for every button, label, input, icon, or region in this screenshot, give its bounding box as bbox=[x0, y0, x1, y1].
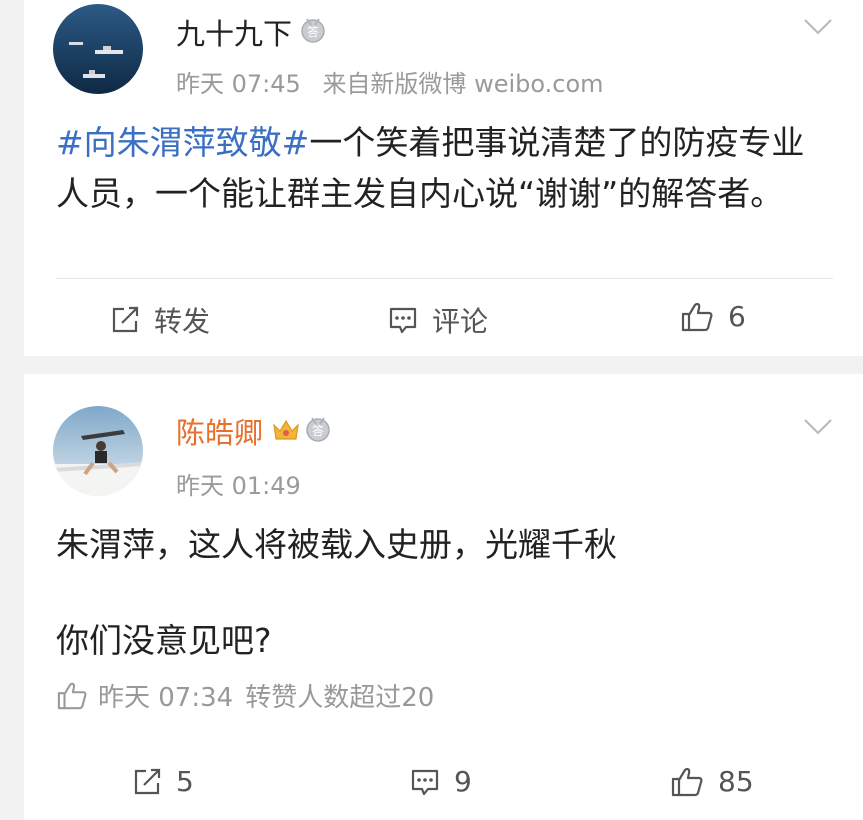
comment-button[interactable]: 评论 bbox=[388, 300, 488, 340]
comment-label: 评论 bbox=[432, 305, 489, 338]
liked-by-line[interactable]: 昨天 07:34 转赞人数超过20 bbox=[56, 677, 434, 714]
author-name-text[interactable]: 陈皓卿 bbox=[176, 415, 263, 451]
hashtag-link[interactable]: #向朱渭萍致敬# bbox=[56, 123, 309, 162]
post-meta: 昨天 01:49 bbox=[176, 466, 301, 501]
comment-count: 9 bbox=[454, 765, 472, 798]
post-text-line: 朱渭萍，这人将被载入史册，光耀千秋 bbox=[56, 525, 617, 564]
divider bbox=[56, 278, 833, 279]
svg-text:答: 答 bbox=[312, 423, 324, 438]
thumbs-up-icon bbox=[681, 302, 713, 331]
liked-summary: 转赞人数超过20 bbox=[245, 683, 435, 713]
post-source[interactable]: 来自新版微博 weibo.com bbox=[322, 70, 603, 98]
repost-button[interactable]: 转发 bbox=[110, 300, 210, 340]
thumbs-up-icon bbox=[671, 767, 703, 796]
post-meta: 昨天 07:45 来自新版微博 weibo.com bbox=[176, 64, 604, 99]
thumbs-up-icon bbox=[57, 682, 87, 709]
repost-button[interactable]: 5 bbox=[132, 765, 194, 798]
author-name-text[interactable]: 九十九下 bbox=[176, 16, 292, 52]
svg-text:答: 答 bbox=[307, 24, 319, 39]
post-time: 昨天 01:49 bbox=[176, 472, 301, 500]
author-name[interactable]: 陈皓卿 答 bbox=[176, 415, 331, 451]
like-button[interactable]: 6 bbox=[680, 300, 746, 333]
post-text-line: 你们没意见吧? bbox=[56, 621, 272, 660]
liked-time: 昨天 07:34 bbox=[98, 683, 234, 713]
avatar[interactable] bbox=[53, 406, 143, 496]
repost-icon bbox=[112, 306, 139, 333]
author-name[interactable]: 九十九下 答 bbox=[176, 16, 326, 52]
comment-button[interactable]: 9 bbox=[410, 765, 472, 798]
medal-icon: 答 bbox=[300, 16, 326, 52]
chevron-down-icon[interactable] bbox=[803, 418, 833, 436]
comment-icon bbox=[411, 769, 439, 795]
post-time: 昨天 07:45 bbox=[176, 70, 301, 98]
comment-icon bbox=[389, 307, 417, 334]
post-text: #向朱渭萍致敬#一个笑着把事说清楚了的防疫专业人员，一个能让群主发自内心说“谢谢… bbox=[56, 117, 816, 219]
like-count: 6 bbox=[728, 300, 746, 333]
repost-label: 转发 bbox=[154, 305, 211, 338]
crown-icon bbox=[271, 415, 301, 451]
weibo-post-card: 陈皓卿 答 昨天 01:49 朱渭萍，这人将被载入史册，光耀千秋 你们没意见吧?… bbox=[24, 374, 863, 820]
medal-icon: 答 bbox=[305, 415, 331, 451]
repost-icon bbox=[134, 768, 161, 794]
repost-count: 5 bbox=[176, 765, 194, 798]
avatar[interactable] bbox=[53, 4, 143, 94]
weibo-post-card: 九十九下 答 昨天 07:45 来自新版微博 weibo.com #向朱渭萍致敬… bbox=[24, 0, 863, 356]
like-count: 85 bbox=[718, 765, 754, 798]
like-button[interactable]: 85 bbox=[670, 765, 754, 798]
chevron-down-icon[interactable] bbox=[803, 18, 833, 36]
